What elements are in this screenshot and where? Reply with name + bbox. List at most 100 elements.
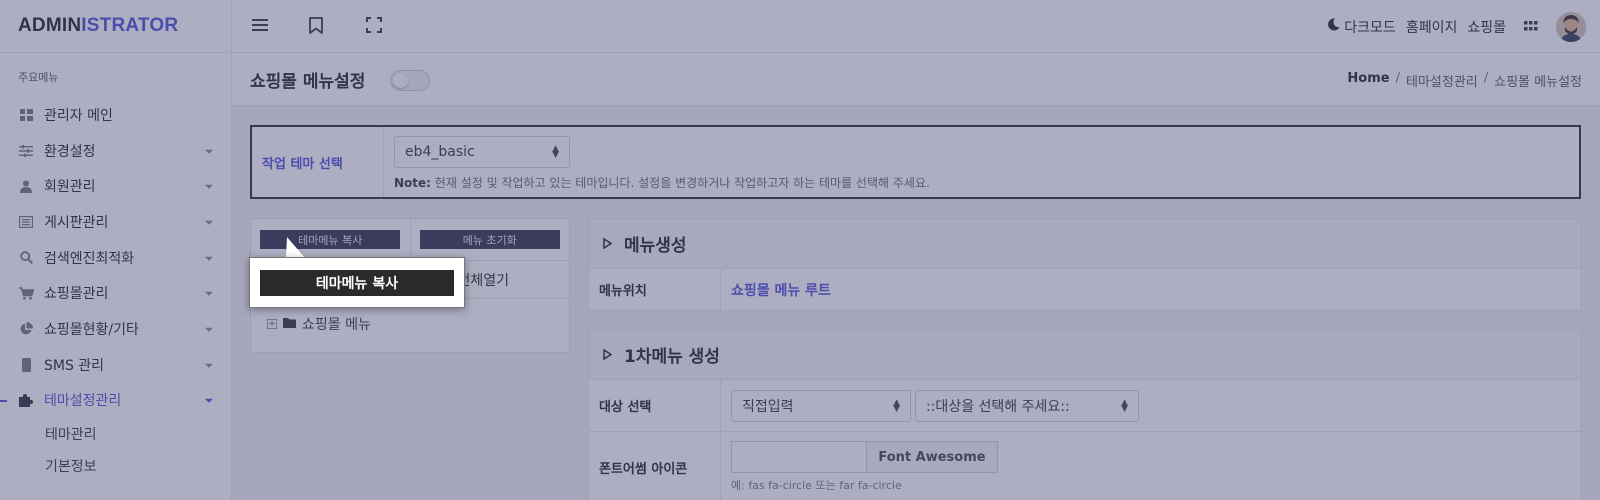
note-text: 현재 설정 및 작업하고 있는 테마입니다. 설정을 변경하거나 작업하고자 하… — [434, 176, 930, 190]
sidebar-item-settings[interactable]: 환경설정 — [0, 133, 231, 169]
brand-part2: ISTRATOR — [81, 15, 179, 36]
theme-select-label: 작업 테마 선택 — [252, 127, 384, 197]
theme-select-body: eb4_basic ▲ ▼ Note: 현재 설정 및 작업하고 있는 테마입니다… — [384, 127, 940, 197]
menu-create-title: 메뉴생성 — [624, 236, 687, 256]
search-icon — [18, 251, 34, 265]
fontawesome-cell: Font Awesome 예: fas fa-circle 또는 far fa-… — [721, 432, 1581, 500]
theme-select[interactable]: eb4_basic ▲ ▼ — [394, 136, 570, 168]
pie-chart-icon — [18, 321, 34, 336]
page-toggle-switch[interactable] — [390, 70, 430, 91]
chevron-down-icon — [205, 185, 213, 190]
theme-select-note: Note: 현재 설정 및 작업하고 있는 테마입니다. 설정을 변경하거나 작… — [394, 174, 930, 191]
sidebar-item-theme-settings[interactable]: 테마설정관리 — [0, 383, 231, 419]
hamburger-menu-icon[interactable] — [252, 17, 270, 35]
shop-link[interactable]: 쇼핑몰 — [1467, 17, 1506, 37]
sidebar-item-boards[interactable]: 게시판관리 — [0, 204, 231, 240]
breadcrumb-separator: / — [1483, 71, 1489, 86]
sidebar-item-admin-main[interactable]: 관리자 메인 — [0, 97, 231, 133]
breadcrumb-home[interactable]: Home — [1347, 71, 1389, 90]
sidebar-subitem-theme-manage[interactable]: 테마관리 — [0, 418, 231, 450]
list-icon — [18, 215, 34, 229]
page-header: 쇼핑몰 메뉴설정 Home / 테마설정관리 / 쇼핑몰 메뉴설정 — [232, 53, 1600, 106]
chevron-down-icon — [205, 292, 213, 297]
brand-part1: ADMIN — [18, 15, 82, 36]
tree-btn-cell: 메뉴 초기화 — [409, 219, 570, 260]
avatar[interactable] — [1556, 11, 1586, 42]
brand-logo[interactable]: ADMIN ISTRATOR — [0, 0, 231, 53]
sidebar-item-members[interactable]: 회원관리 — [0, 168, 231, 204]
caret-right-icon — [603, 345, 613, 365]
sidebar-item-shop[interactable]: 쇼핑몰관리 — [0, 275, 231, 311]
breadcrumb-separator: / — [1395, 71, 1400, 86]
fullscreen-icon[interactable] — [366, 17, 384, 35]
bookmark-icon[interactable] — [309, 17, 327, 35]
target-type-value: 직접입력 — [742, 398, 794, 415]
copy-theme-menu-button[interactable]: 테마메뉴 복사 — [260, 230, 401, 249]
breadcrumb: Home / 테마설정관리 / 쇼핑몰 메뉴설정 — [1347, 71, 1582, 90]
sidebar-item-label: 환경설정 — [44, 143, 96, 160]
chevron-down-icon — [205, 149, 213, 154]
target-select-cell: 직접입력 ▲ ▼ ::대상을 선택해 주세요:: ▲ ▼ — [721, 380, 1581, 431]
chevron-down-icon — [205, 327, 213, 332]
target-item-select[interactable]: ::대상을 선택해 주세요:: ▲ ▼ — [915, 389, 1139, 422]
fontawesome-button[interactable]: Font Awesome — [866, 441, 998, 473]
target-type-select[interactable]: 직접입력 ▲ ▼ — [731, 389, 911, 422]
fontawesome-row: 폰트어썸 아이콘 Font Awesome 예: fas fa-circle 또… — [589, 432, 1581, 500]
sidebar-subitem-basic-info[interactable]: 기본정보 — [0, 450, 231, 482]
select-arrows-icon: ▲ ▼ — [893, 397, 900, 414]
sidebar-item-label: 게시판관리 — [44, 214, 109, 231]
fontawesome-hint: 예: fas fa-circle 또는 far fa-circle — [731, 479, 902, 492]
homepage-link[interactable]: 홈페이지 — [1406, 17, 1458, 37]
tree-btn-cell: 테마메뉴 복사 — [251, 219, 410, 260]
tree-node-label: 쇼핑몰 메뉴 — [302, 317, 371, 333]
fontawesome-label: 폰트어썸 아이콘 — [589, 432, 721, 500]
tooltip-copy-theme-menu[interactable]: 테마메뉴 복사 — [260, 269, 454, 296]
fontawesome-icon-input[interactable] — [731, 441, 866, 473]
tooltip-callout: 테마메뉴 복사 — [249, 257, 465, 308]
theme-select-value: eb4_basic — [405, 144, 475, 160]
sidebar-item-label: 쇼핑몰현황/기타 — [44, 321, 139, 338]
sidebar-item-seo[interactable]: 검색엔진최적화 — [0, 240, 231, 276]
sidebar-item-shop-stats[interactable]: 쇼핑몰현황/기타 — [0, 311, 231, 347]
sidebar-item-label: SMS 관리 — [44, 357, 105, 374]
menu-position-row: 메뉴위치 쇼핑몰 메뉴 루트 — [589, 269, 1581, 310]
expand-plus-icon[interactable]: + — [267, 319, 277, 329]
reset-menu-button[interactable]: 메뉴 초기화 — [419, 230, 560, 249]
sidebar-item-label: 쇼핑몰관리 — [44, 286, 109, 303]
first-menu-title: 1차메뉴 생성 — [624, 347, 720, 367]
caret-right-icon — [603, 234, 613, 254]
dashboard-icon — [18, 108, 34, 122]
target-item-value: ::대상을 선택해 주세요:: — [926, 398, 1070, 415]
sidebar-item-label: 검색엔진최적화 — [44, 250, 135, 267]
folder-icon — [283, 316, 296, 332]
target-select-row: 대상 선택 직접입력 ▲ ▼ ::대상을 선택해 주세요:: ▲ ▼ — [589, 380, 1581, 432]
chevron-down-icon — [205, 220, 213, 225]
select-arrows-icon: ▲ ▼ — [1121, 397, 1128, 414]
first-menu-header[interactable]: 1차메뉴 생성 — [589, 330, 1581, 380]
select-arrows-icon: ▲ ▼ — [552, 144, 559, 160]
expand-all-button[interactable]: 전체열기 — [457, 270, 509, 290]
apps-grid-icon[interactable] — [1524, 19, 1538, 35]
menu-create-section: 메뉴생성 메뉴위치 쇼핑몰 메뉴 루트 — [588, 218, 1582, 311]
topbar: 다크모드 홈페이지 쇼핑몰 — [232, 0, 1600, 53]
sidebar-item-label: 테마설정관리 — [44, 393, 122, 410]
menu-create-header[interactable]: 메뉴생성 — [589, 219, 1581, 269]
mobile-icon — [18, 357, 34, 372]
darkmode-label: 다크모드 — [1344, 19, 1396, 36]
menu-form-panel: 메뉴생성 메뉴위치 쇼핑몰 메뉴 루트 1차메뉴 생성 대상 선택 직접입력 ▲… — [588, 218, 1582, 500]
menu-position-value: 쇼핑몰 메뉴 루트 — [731, 282, 831, 299]
sidebar-section-label: 주요메뉴 — [18, 71, 59, 84]
theme-select-panel: 작업 테마 선택 eb4_basic ▲ ▼ Note: 현재 설정 및 작업하고… — [250, 125, 1581, 199]
menu-position-label: 메뉴위치 — [589, 269, 721, 310]
darkmode-toggle[interactable]: 다크모드 — [1327, 17, 1396, 37]
moon-icon — [1327, 18, 1340, 35]
user-icon — [18, 179, 34, 193]
sidebar: ADMIN ISTRATOR 주요메뉴 관리자 메인 환경설정 회원관리 게시판관… — [0, 0, 232, 500]
target-select-label: 대상 선택 — [589, 380, 721, 431]
breadcrumb-theme-settings[interactable]: 테마설정관리 — [1406, 71, 1478, 90]
topbar-right: 다크모드 홈페이지 쇼핑몰 — [1327, 0, 1586, 53]
page-title: 쇼핑몰 메뉴설정 — [250, 72, 366, 92]
chevron-down-icon — [205, 256, 213, 261]
sidebar-item-label: 관리자 메인 — [44, 107, 113, 124]
sidebar-item-sms[interactable]: SMS 관리 — [0, 347, 231, 383]
